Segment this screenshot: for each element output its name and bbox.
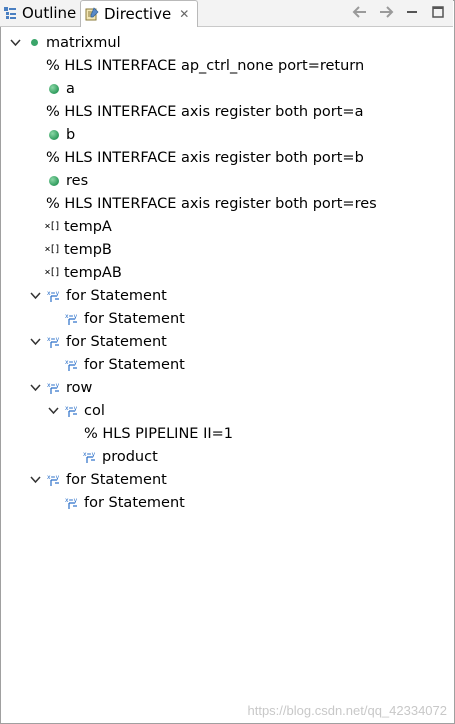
tree-item-loop[interactable]: x=y for Statement [28,468,167,491]
tree-label: for Statement [66,333,167,350]
tree-label: for Statement [84,310,185,327]
tree-label: matrixmul [46,34,121,51]
loop-icon: x=y [82,449,98,465]
tree-item-array[interactable]: ×[] tempAB [44,261,122,284]
chevron-down-icon[interactable] [28,335,42,349]
tree-label: tempAB [64,264,122,281]
array-variable-icon: ×[] [44,244,60,255]
function-icon [26,35,42,51]
tree-item-pragma[interactable]: % HLS INTERFACE axis register both port=… [46,146,364,169]
loop-icon: x=y [46,334,62,350]
port-icon [46,81,62,97]
tree-item-pragma[interactable]: % HLS INTERFACE ap_ctrl_none port=return [46,54,364,77]
array-variable-icon: ×[] [44,221,60,232]
chevron-down-icon[interactable] [8,36,22,50]
forward-arrow-icon[interactable] [377,3,395,21]
tree-item-pragma[interactable]: % HLS INTERFACE axis register both port=… [46,100,363,123]
loop-icon: x=y [64,495,80,511]
tab-directive-label: Directive [104,5,172,23]
tab-bar: Outline Directive ✕ [0,0,453,27]
tree-item-loop[interactable]: x=y for Statement [28,330,167,353]
tree-label: a [66,80,75,97]
tree-root-matrixmul[interactable]: matrixmul [8,31,121,54]
close-icon[interactable]: ✕ [179,7,189,21]
tree-label: % HLS INTERFACE ap_ctrl_none port=return [46,57,365,74]
tree-item-port[interactable]: b [46,123,75,146]
array-variable-icon: ×[] [44,267,60,278]
tree-item-pragma[interactable]: % HLS INTERFACE axis register both port=… [46,192,377,215]
tree-item-port[interactable]: a [46,77,75,100]
port-icon [46,173,62,189]
chevron-down-icon[interactable] [28,289,42,303]
tree-item-loop[interactable]: x=y for Statement [28,284,167,307]
tree-item-loop-row[interactable]: x=y row [28,376,92,399]
tree-item-array[interactable]: ×[] tempA [44,215,112,238]
tree-label: col [84,402,105,419]
tree-item-array[interactable]: ×[] tempB [44,238,112,261]
view-toolbar [351,3,447,21]
port-icon [46,127,62,143]
tree-item-loop[interactable]: x=y for Statement [64,307,185,330]
tree-label: % HLS PIPELINE II=1 [84,425,234,442]
tree-label: for Statement [84,494,185,511]
tree-label: for Statement [84,356,185,373]
loop-icon: x=y [64,311,80,327]
tree-label: tempA [64,218,112,235]
tree-label: res [66,172,89,189]
tree-label: b [66,126,76,143]
tree-item-loop-col[interactable]: x=y col [46,399,105,422]
tree-label: % HLS INTERFACE axis register both port=… [46,195,377,212]
loop-icon: x=y [46,380,62,396]
tab-outline-label: Outline [22,4,77,22]
tree-label: % HLS INTERFACE axis register both port=… [46,149,364,166]
loop-icon: x=y [46,472,62,488]
tree-item-loop[interactable]: x=y for Statement [64,491,185,514]
tree-label: row [66,379,93,396]
tree-label: tempB [64,241,112,258]
tree-item-pragma[interactable]: % HLS PIPELINE II=1 [84,422,233,445]
back-arrow-icon[interactable] [351,3,369,21]
tree-label: product [102,448,158,465]
tree-label: % HLS INTERFACE axis register both port=… [46,103,364,120]
watermark: https://blog.csdn.net/qq_42334072 [247,703,448,718]
chevron-down-icon[interactable] [28,381,42,395]
loop-icon: x=y [64,403,80,419]
loop-icon: x=y [64,357,80,373]
loop-icon: x=y [46,288,62,304]
outline-icon [2,5,18,21]
tree-label: for Statement [66,287,167,304]
minimize-icon[interactable] [403,3,421,21]
tree-label: for Statement [66,471,167,488]
directive-icon [84,6,100,22]
tree-item-loop[interactable]: x=y product [82,445,158,468]
tab-directive[interactable]: Directive ✕ [80,0,198,27]
tree-item-port[interactable]: res [46,169,88,192]
tree-item-loop[interactable]: x=y for Statement [64,353,185,376]
chevron-down-icon[interactable] [46,404,60,418]
maximize-icon[interactable] [429,3,447,21]
tab-outline[interactable]: Outline [2,0,80,26]
chevron-down-icon[interactable] [28,473,42,487]
